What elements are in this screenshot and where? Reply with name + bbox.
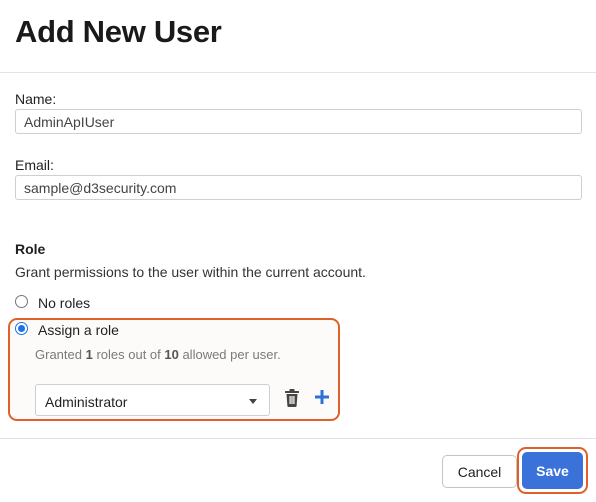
header-divider bbox=[0, 72, 596, 73]
granted-max: 10 bbox=[164, 347, 179, 362]
granted-count: 1 bbox=[85, 347, 93, 362]
plus-icon[interactable] bbox=[314, 389, 330, 405]
email-input[interactable] bbox=[15, 175, 582, 200]
granted-roles-text: Granted 1 roles out of 10 allowed per us… bbox=[35, 347, 281, 362]
assign-role-radio[interactable] bbox=[15, 322, 28, 335]
chevron-down-icon bbox=[249, 399, 257, 404]
email-label: Email: bbox=[15, 157, 54, 173]
role-description: Grant permissions to the user within the… bbox=[15, 264, 366, 280]
role-heading: Role bbox=[15, 241, 46, 257]
role-select[interactable]: Administrator bbox=[35, 384, 270, 416]
no-roles-radio[interactable] bbox=[15, 295, 28, 308]
footer-divider bbox=[0, 438, 596, 439]
cancel-button[interactable]: Cancel bbox=[442, 455, 517, 488]
role-select-value: Administrator bbox=[45, 394, 128, 410]
trash-icon[interactable] bbox=[284, 389, 300, 407]
assign-role-label[interactable]: Assign a role bbox=[38, 322, 119, 338]
no-roles-label[interactable]: No roles bbox=[38, 295, 90, 311]
page-title: Add New User bbox=[15, 14, 222, 49]
save-button[interactable]: Save bbox=[522, 452, 583, 489]
name-input[interactable] bbox=[15, 109, 582, 134]
name-label: Name: bbox=[15, 91, 57, 107]
